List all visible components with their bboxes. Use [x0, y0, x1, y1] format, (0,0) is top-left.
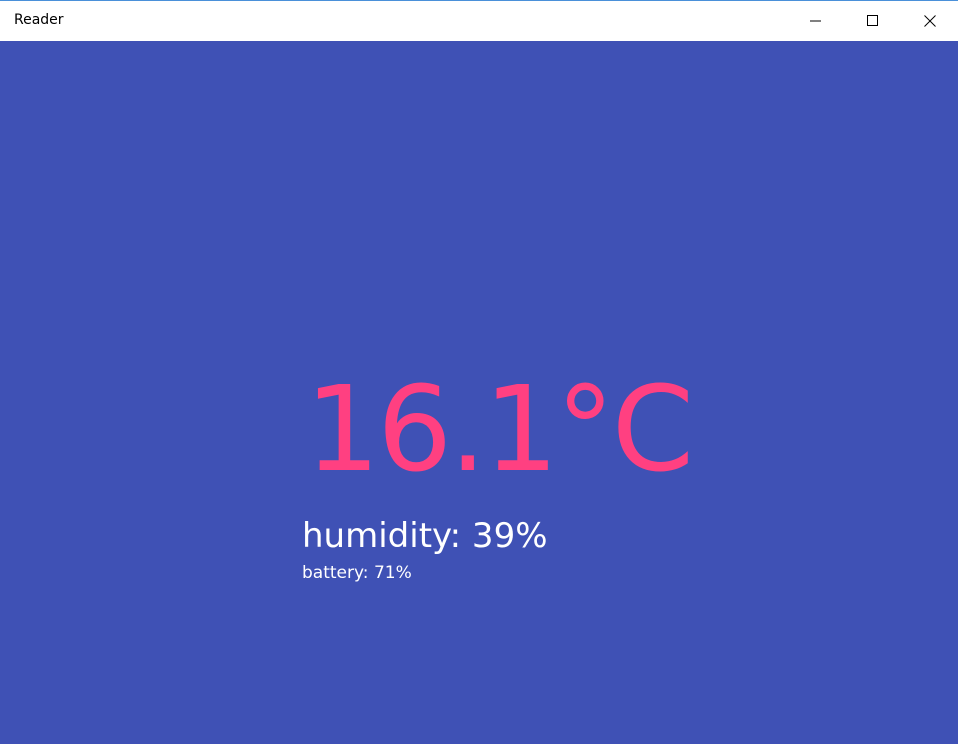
- humidity-value: humidity: 39%: [302, 516, 548, 556]
- battery-value: battery: 71%: [302, 563, 412, 583]
- close-icon: [924, 15, 936, 27]
- maximize-icon: [867, 15, 878, 26]
- minimize-icon: [810, 20, 821, 22]
- close-button[interactable]: [907, 1, 953, 41]
- minimize-button[interactable]: [793, 1, 839, 41]
- maximize-button[interactable]: [850, 1, 896, 41]
- title-bar[interactable]: Reader: [0, 1, 958, 41]
- reading-panel: 16.1°C humidity: 39% battery: 71%: [0, 41, 958, 744]
- window-title: Reader: [14, 12, 64, 28]
- app-window: Reader 16.1°C humidity: 39% battery: 71%: [0, 0, 958, 744]
- temperature-value: 16.1°C: [305, 360, 694, 498]
